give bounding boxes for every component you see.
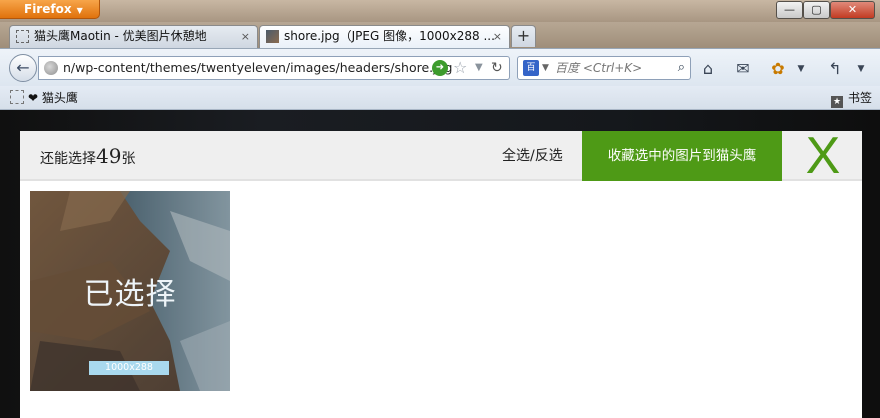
window-titlebar: Firefox ▼ — ▢ ✕ [0, 0, 880, 22]
restore-button[interactable]: ▢ [803, 1, 830, 19]
chevron-down-icon[interactable]: ▼ [542, 57, 549, 79]
bookmark-star-icon[interactable]: ☆ [453, 57, 467, 79]
bookmarks-toolbar: ❤ 猫头鹰 ★ 书签 [0, 86, 880, 110]
history-dropdown-icon[interactable]: ▼ [475, 57, 483, 79]
go-icon[interactable]: ➜ [432, 60, 448, 76]
remaining-counter: 还能选择49张 [40, 131, 135, 184]
search-box[interactable]: 百 ▼ 百度 <Ctrl+K> ⌕ [517, 56, 691, 80]
bookmarks-menu-button[interactable]: ★ 书签 [830, 90, 872, 108]
address-bar[interactable]: n/wp-content/themes/twentyeleven/images/… [38, 56, 510, 80]
globe-icon [44, 61, 58, 75]
image-size-badge: 1000x288 [89, 361, 169, 375]
picker-header: 还能选择49张 全选/反选 收藏选中的图片到猫头鹰 X [20, 130, 862, 184]
bookmark-label: 猫头鹰 [41, 91, 78, 105]
firefox-menu-button[interactable]: Firefox ▼ [0, 0, 100, 19]
tab-title: 猫头鹰Maotin - 优美图片休憩地 [34, 29, 207, 43]
search-icon[interactable]: ⌕ [678, 57, 685, 79]
firefox-menu-label: Firefox [24, 2, 72, 16]
url-text[interactable]: n/wp-content/themes/twentyeleven/images/… [63, 57, 452, 79]
bookmark-page-icon [10, 90, 24, 104]
close-window-button[interactable]: ✕ [830, 1, 875, 19]
selected-label: 已选择 [83, 277, 177, 312]
close-tab-icon[interactable]: × [241, 26, 250, 47]
home-icon[interactable]: ⌂ [697, 59, 719, 79]
close-tab-icon[interactable]: × [493, 26, 502, 47]
image-thumbnail-icon [266, 30, 279, 43]
back-arrow-icon: ← [16, 58, 30, 77]
image-thumbnail[interactable]: 已选择 1000x288 [30, 191, 230, 391]
counter-prefix: 还能选择 [40, 151, 96, 167]
new-tab-button[interactable]: + [511, 25, 536, 47]
image-picker-panel: 还能选择49张 全选/反选 收藏选中的图片到猫头鹰 X 已选择 1000x288 [20, 130, 862, 418]
counter-suffix: 张 [121, 151, 136, 167]
bookmarks-library-icon: ★ [830, 96, 843, 108]
counter-number: 49 [96, 144, 122, 168]
share-icon[interactable]: ↰ [823, 59, 847, 79]
bookmarks-menu-label: 书签 [847, 91, 872, 105]
search-engine-icon[interactable]: 百 [523, 60, 539, 76]
chevron-down-icon: ▼ [76, 6, 83, 15]
addon-icon[interactable]: ✿ [767, 59, 789, 79]
menu-dropdown-icon[interactable]: ▼ [854, 59, 868, 79]
search-input[interactable]: 百度 <Ctrl+K> [555, 57, 642, 79]
page-content: 还能选择49张 全选/反选 收藏选中的图片到猫头鹰 X 已选择 1000x288 [0, 110, 880, 418]
navigation-toolbar: ← n/wp-content/themes/twentyeleven/image… [0, 48, 880, 86]
tab-maotin[interactable]: 猫头鹰Maotin - 优美图片休憩地 × [9, 25, 258, 48]
save-to-maotin-button[interactable]: 收藏选中的图片到猫头鹰 [582, 131, 782, 181]
tab-title: shore.jpg（JPEG 图像，1000x288 ... [284, 29, 495, 43]
page-icon [16, 30, 29, 43]
select-all-toggle[interactable]: 全选/反选 [502, 131, 563, 181]
tab-strip: 猫头鹰Maotin - 优美图片休憩地 × shore.jpg（JPEG 图像，… [0, 22, 880, 49]
minimize-button[interactable]: — [776, 1, 803, 19]
bookmark-maotin[interactable]: ❤ 猫头鹰 [10, 90, 78, 106]
chevron-down-icon[interactable]: ▼ [794, 59, 808, 79]
reload-icon[interactable]: ↻ [491, 57, 503, 79]
tab-shore-jpg[interactable]: shore.jpg（JPEG 图像，1000x288 ... × [259, 25, 510, 49]
back-button[interactable]: ← [9, 54, 37, 82]
close-overlay-button[interactable]: X [803, 130, 843, 182]
heart-icon: ❤ [28, 91, 39, 105]
mail-icon[interactable]: ✉ [731, 59, 755, 79]
